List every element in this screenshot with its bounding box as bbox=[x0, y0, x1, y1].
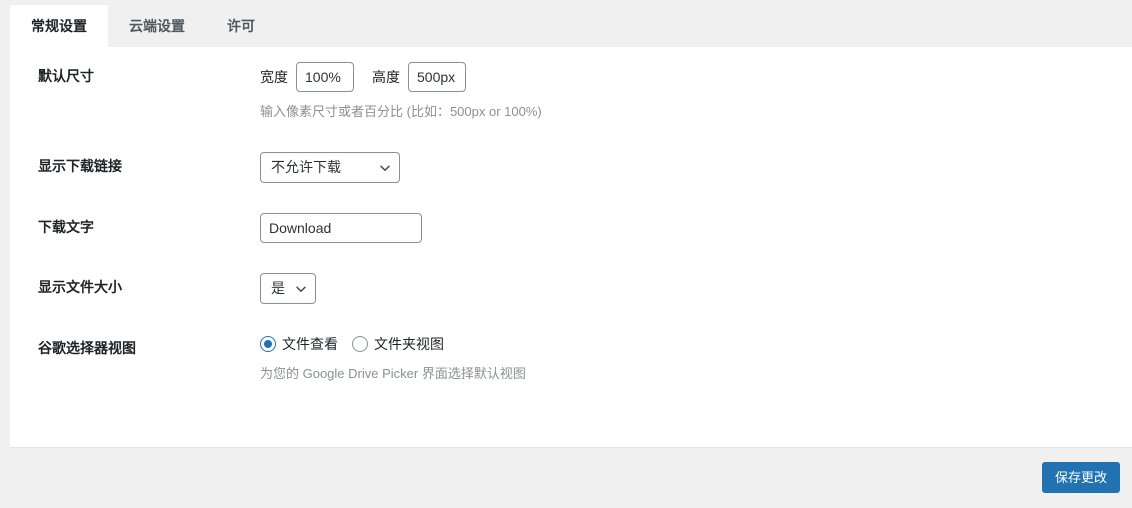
label-download-text: 下载文字 bbox=[38, 218, 94, 235]
footer-bar: 保存更改 bbox=[10, 447, 1132, 504]
chevron-down-icon bbox=[295, 282, 307, 294]
settings-form: 默认尺寸 宽度 高度 输入像素尺寸或者百分比 (比如：500px or 100%… bbox=[10, 47, 1132, 398]
tab-license[interactable]: 许可 bbox=[206, 5, 276, 47]
field-show-file-size: 是 bbox=[260, 258, 1132, 319]
picker-view-help: 为您的 Google Drive Picker 界面选择默认视图 bbox=[260, 365, 526, 381]
width-input[interactable] bbox=[296, 62, 354, 92]
tab-license-label: 许可 bbox=[227, 18, 255, 34]
height-input[interactable] bbox=[408, 62, 466, 92]
label-default-size: 默认尺寸 bbox=[38, 68, 94, 84]
picker-view-radio-group: 文件查看 文件夹视图 bbox=[260, 334, 1122, 354]
radio-file-view-label: 文件查看 bbox=[282, 335, 338, 352]
radio-folder-view-dot[interactable] bbox=[352, 335, 368, 352]
chevron-down-icon bbox=[379, 161, 391, 173]
radio-file-view[interactable]: 文件查看 bbox=[260, 334, 338, 354]
radio-folder-view-label: 文件夹视图 bbox=[374, 335, 444, 352]
settings-page: 常规设置 云端设置 许可 默认尺寸 宽度 高度 bbox=[0, 0, 1132, 508]
field-default-size: 宽度 高度 输入像素尺寸或者百分比 (比如：500px or 100%) bbox=[260, 47, 1132, 137]
row-picker-view: 谷歌选择器视图 文件查看 文件夹视图 为您的 Google Drive Pick… bbox=[10, 319, 1132, 399]
tab-cloud[interactable]: 云端设置 bbox=[108, 5, 206, 47]
label-show-download-link: 显示下载链接 bbox=[38, 157, 122, 174]
tab-general[interactable]: 常规设置 bbox=[10, 5, 108, 47]
default-size-inputs: 宽度 高度 bbox=[260, 62, 1122, 92]
field-picker-view: 文件查看 文件夹视图 为您的 Google Drive Picker 界面选择默… bbox=[260, 319, 1132, 399]
show-file-size-select[interactable]: 是 bbox=[260, 272, 316, 304]
height-label: 高度 bbox=[372, 69, 400, 85]
tab-bar: 常规设置 云端设置 许可 bbox=[0, 0, 1132, 47]
tab-general-label: 常规设置 bbox=[31, 18, 87, 34]
radio-folder-view[interactable]: 文件夹视图 bbox=[352, 334, 444, 354]
field-download-text bbox=[260, 198, 1132, 258]
show-file-size-value: 是 bbox=[271, 280, 285, 296]
row-default-size: 默认尺寸 宽度 高度 输入像素尺寸或者百分比 (比如：500px or 100%… bbox=[10, 47, 1132, 137]
radio-file-view-dot[interactable] bbox=[260, 335, 276, 352]
show-download-link-select[interactable]: 不允许下载 bbox=[260, 151, 400, 183]
width-label: 宽度 bbox=[260, 69, 288, 85]
settings-panel: 默认尺寸 宽度 高度 输入像素尺寸或者百分比 (比如：500px or 100%… bbox=[10, 47, 1132, 447]
save-changes-button[interactable]: 保存更改 bbox=[1041, 462, 1120, 493]
download-text-input[interactable] bbox=[260, 212, 422, 243]
tab-cloud-label: 云端设置 bbox=[129, 18, 185, 34]
default-size-help: 输入像素尺寸或者百分比 (比如：500px or 100%) bbox=[260, 104, 542, 119]
field-show-download-link: 不允许下载 bbox=[260, 137, 1132, 198]
row-show-download-link: 显示下载链接 不允许下载 bbox=[10, 137, 1132, 198]
show-download-link-value: 不允许下载 bbox=[271, 159, 341, 175]
label-picker-view: 谷歌选择器视图 bbox=[38, 339, 136, 356]
label-show-file-size: 显示文件大小 bbox=[38, 278, 122, 295]
row-download-text: 下载文字 bbox=[10, 198, 1132, 258]
row-show-file-size: 显示文件大小 是 bbox=[10, 258, 1132, 319]
